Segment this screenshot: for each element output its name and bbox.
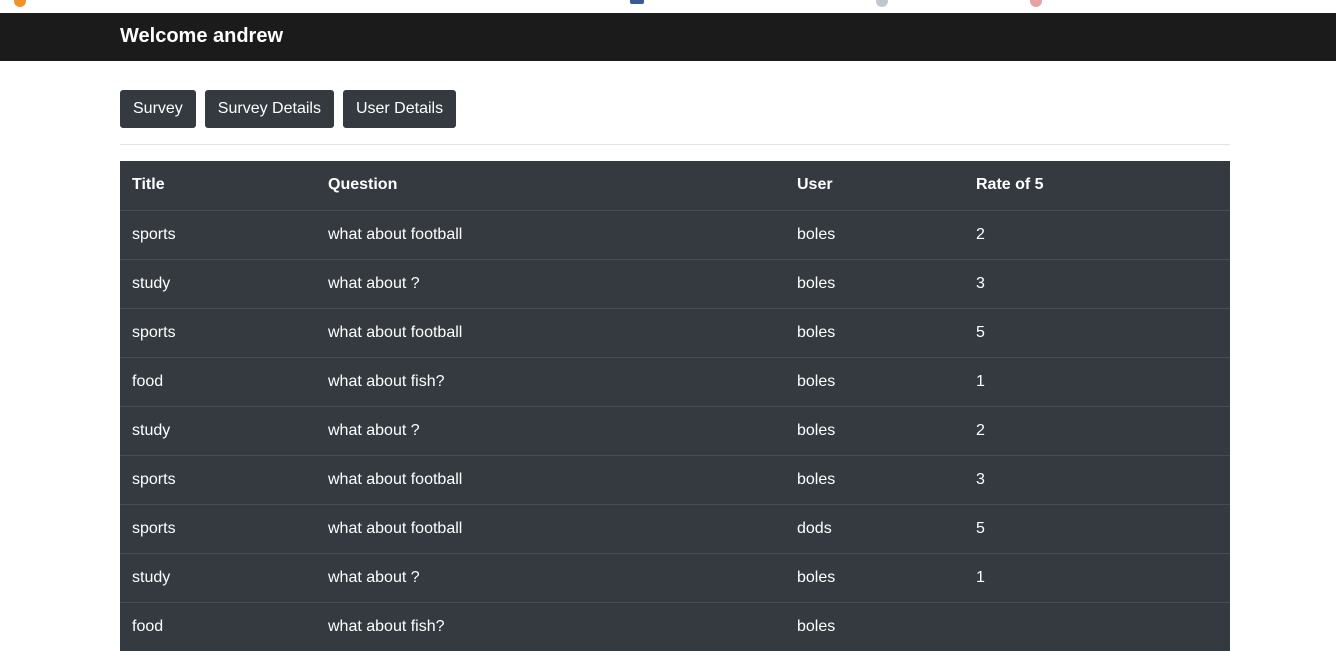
survey-results-table: Title Question User Rate of 5 sports wha… [120,161,1230,651]
cell-question: what about ? [316,258,785,308]
cell-title: sports [120,307,316,357]
bookmark-favicon-icon[interactable] [1030,0,1042,7]
cell-question: what about football [316,307,785,357]
cell-question: what about fish? [316,601,785,651]
table-row: sports what about football boles 3 [120,454,1230,504]
user-details-button[interactable]: User Details [342,90,457,128]
table-row: food what about fish? boles [120,601,1230,651]
table-row: sports what about football boles 5 [120,307,1230,357]
cell-rate: 5 [964,307,1230,357]
cell-rate: 2 [964,405,1230,455]
column-header-question: Question [316,161,785,211]
cell-title: study [120,552,316,602]
bookmark-favicon-icon[interactable] [14,0,26,7]
survey-details-button[interactable]: Survey Details [204,90,334,128]
browser-bookmarks-bar [0,0,1336,13]
column-header-rate: Rate of 5 [964,161,1230,211]
cell-question: what about ? [316,552,785,602]
survey-results-table-container: Title Question User Rate of 5 sports wha… [120,161,1230,651]
cell-user: boles [785,307,964,357]
cell-title: food [120,356,316,406]
search-bookmark-icon[interactable] [876,0,888,7]
table-row: food what about fish? boles 1 [120,356,1230,406]
cell-title: study [120,258,316,308]
cell-title: study [120,405,316,455]
cell-user: boles [785,601,964,651]
cell-user: boles [785,258,964,308]
column-header-title: Title [120,161,316,211]
table-row: sports what about football dods 5 [120,503,1230,553]
table-row: sports what about football boles 2 [120,209,1230,259]
cell-title: food [120,601,316,651]
cell-user: boles [785,356,964,406]
cell-rate: 1 [964,552,1230,602]
top-navbar: Welcome andrew [0,13,1336,61]
table-row: study what about ? boles 3 [120,258,1230,308]
cell-user: boles [785,405,964,455]
cell-question: what about football [316,209,785,259]
cell-user: boles [785,209,964,259]
cell-title: sports [120,209,316,259]
cell-user: boles [785,552,964,602]
cell-title: sports [120,503,316,553]
column-header-user: User [785,161,964,211]
welcome-title: Welcome andrew [120,25,284,47]
cell-question: what about ? [316,405,785,455]
cell-user: dods [785,503,964,553]
facebook-bookmark-icon[interactable] [630,0,644,4]
table-header-row: Title Question User Rate of 5 [120,161,1230,211]
cell-rate: 2 [964,209,1230,259]
cell-question: what about football [316,454,785,504]
cell-rate: 3 [964,258,1230,308]
cell-rate: 3 [964,454,1230,504]
cell-rate [964,601,1230,651]
cell-user: boles [785,454,964,504]
survey-button[interactable]: Survey [120,90,196,128]
cell-rate: 1 [964,356,1230,406]
section-divider [120,144,1230,145]
cell-question: what about football [316,503,785,553]
table-row: study what about ? boles 2 [120,405,1230,455]
cell-title: sports [120,454,316,504]
cell-question: what about fish? [316,356,785,406]
cell-rate: 5 [964,503,1230,553]
table-row: study what about ? boles 1 [120,552,1230,602]
action-button-group: Survey Survey Details User Details [120,90,457,128]
